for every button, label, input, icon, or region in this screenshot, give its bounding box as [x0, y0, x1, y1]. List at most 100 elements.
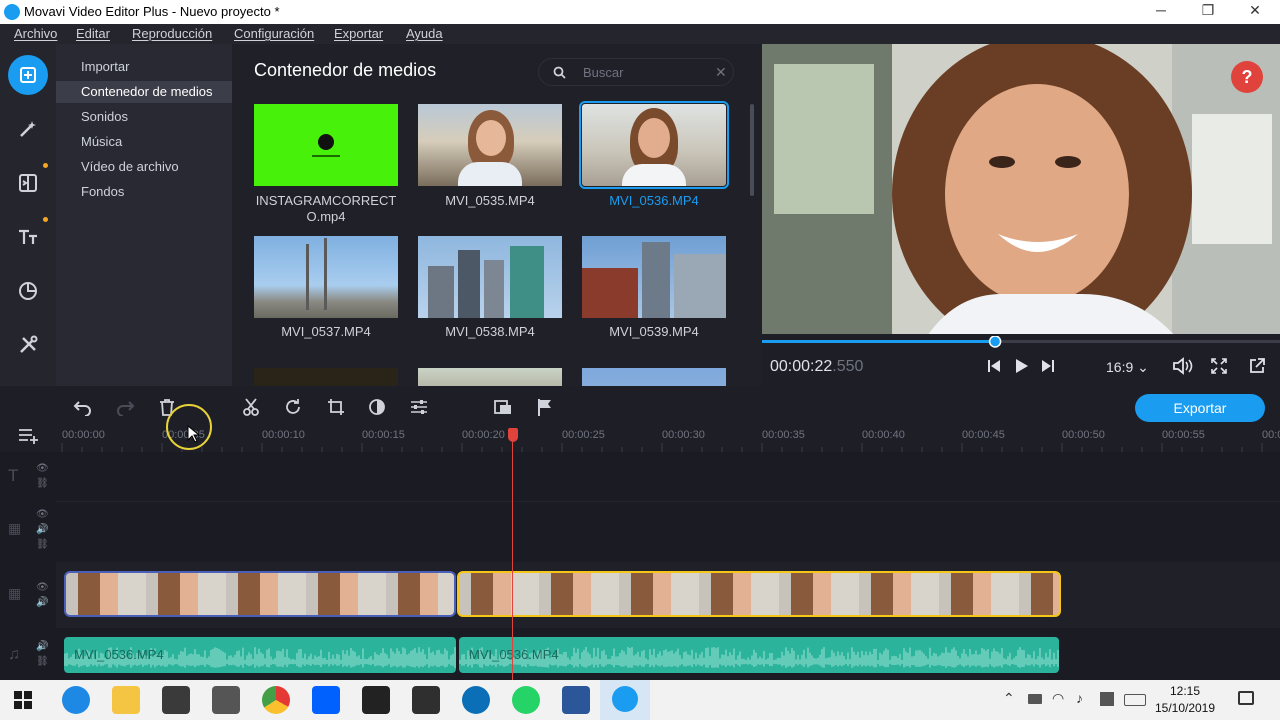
- next-frame-icon[interactable]: [1040, 358, 1056, 374]
- media-thumb-partial[interactable]: [254, 368, 398, 386]
- link-icon[interactable]: ⛓: [36, 478, 49, 489]
- rail-tools-button[interactable]: [8, 325, 48, 365]
- file-explorer-icon[interactable]: [112, 686, 140, 714]
- speaker-icon[interactable]: 🔊: [36, 641, 48, 652]
- media-thumb-mvi-0539[interactable]: [582, 236, 726, 318]
- split-button[interactable]: [240, 396, 262, 418]
- media-thumb-instagramcorrecto[interactable]: [254, 104, 398, 186]
- person-shirt: [458, 162, 522, 186]
- media-thumb-mvi-0535[interactable]: [418, 104, 562, 186]
- search-placeholder: Buscar: [583, 65, 624, 80]
- speaker-icon[interactable]: 🔊: [36, 597, 48, 608]
- eye-icon[interactable]: 👁: [36, 582, 49, 593]
- volume-tray-icon[interactable]: ♪: [1076, 690, 1083, 706]
- menu-editar[interactable]: Editar: [76, 26, 110, 41]
- store-icon[interactable]: [162, 686, 190, 714]
- eye-icon[interactable]: 👁: [36, 509, 49, 520]
- category-sonidos[interactable]: Sonidos: [56, 106, 232, 128]
- rail-titles-button[interactable]: [8, 217, 48, 257]
- ruler-ticks: [61, 443, 1263, 452]
- chrome-icon[interactable]: [262, 686, 290, 714]
- rail-stickers-button[interactable]: [8, 271, 48, 311]
- media-thumb-mvi-0538[interactable]: [418, 236, 562, 318]
- category-musica[interactable]: Música: [56, 131, 232, 153]
- aspect-ratio-select[interactable]: 16:9 ⌄: [1106, 359, 1149, 376]
- clip-properties-button[interactable]: [408, 396, 430, 418]
- microphone-app-icon[interactable]: [212, 686, 240, 714]
- battery-icon[interactable]: [1028, 694, 1042, 704]
- add-track-icon[interactable]: [18, 427, 40, 445]
- media-thumb-partial[interactable]: [418, 368, 562, 386]
- previous-frame-icon[interactable]: [986, 358, 1002, 374]
- unlink-icon[interactable]: ⛓: [36, 656, 49, 667]
- wifi-icon[interactable]: ◠: [1052, 690, 1064, 707]
- category-video-de-archivo[interactable]: Vídeo de archivo: [56, 156, 232, 178]
- windows-start-icon[interactable]: [14, 691, 32, 709]
- media-thumb-mvi-0537[interactable]: [254, 236, 398, 318]
- redo-button[interactable]: [114, 396, 136, 418]
- building-shape: [428, 266, 454, 318]
- fullscreen-icon[interactable]: [1210, 357, 1228, 375]
- video-preview[interactable]: ?: [762, 44, 1280, 334]
- close-button[interactable]: ✕: [1232, 2, 1278, 22]
- restore-button[interactable]: ❐: [1185, 2, 1231, 22]
- notifications-icon[interactable]: [1238, 691, 1254, 705]
- menu-configuracion[interactable]: Configuración: [234, 26, 314, 41]
- undo-button[interactable]: [72, 396, 94, 418]
- media-thumb-mvi-0536[interactable]: [579, 101, 729, 189]
- minimize-button[interactable]: ─: [1138, 2, 1184, 22]
- rotate-button[interactable]: [282, 396, 304, 418]
- building-shape: [510, 246, 544, 318]
- eye-icon[interactable]: 👁: [36, 463, 49, 474]
- menu-ayuda[interactable]: Ayuda: [406, 26, 443, 41]
- edge-browser-icon[interactable]: [62, 686, 90, 714]
- audio-clip[interactable]: MVI_0536.MP4: [64, 637, 456, 673]
- app-icon[interactable]: [412, 686, 440, 714]
- camera-icon[interactable]: [362, 686, 390, 714]
- movavi-taskbar-icon: [612, 686, 638, 712]
- crop-button[interactable]: [325, 396, 347, 418]
- playhead-handle[interactable]: [508, 428, 518, 442]
- chevron-up-icon[interactable]: ⌃: [1003, 690, 1015, 707]
- rail-import-button[interactable]: [8, 55, 48, 95]
- system-clock[interactable]: 12:15 15/10/2019: [1150, 683, 1220, 717]
- help-button[interactable]: ?: [1231, 61, 1263, 93]
- menu-exportar[interactable]: Exportar: [334, 26, 383, 41]
- unlink-icon[interactable]: ⛓: [36, 539, 49, 550]
- speaker-icon[interactable]: 🔊: [36, 524, 48, 535]
- menu-archivo[interactable]: Archivo: [14, 26, 57, 41]
- progress-knob[interactable]: [988, 336, 1002, 348]
- menu-reproduccion[interactable]: Reproducción: [132, 26, 212, 41]
- text-track[interactable]: [56, 452, 1280, 502]
- category-contenedor-de-medios[interactable]: Contenedor de medios: [56, 81, 232, 103]
- video-clip[interactable]: [64, 571, 456, 617]
- app-circle-icon[interactable]: [462, 686, 490, 714]
- media-scrollbar[interactable]: [750, 104, 754, 196]
- timeline-ruler[interactable]: 00:00:00 00:00:05 00:00:10 00:00:15 00:0…: [56, 426, 1280, 452]
- marker-button[interactable]: [534, 396, 556, 418]
- keyboard-icon[interactable]: [1124, 694, 1146, 706]
- rail-filters-button[interactable]: [8, 109, 48, 149]
- color-adjust-button[interactable]: [366, 396, 388, 418]
- category-fondos[interactable]: Fondos: [56, 181, 232, 203]
- category-importar[interactable]: Importar: [56, 56, 232, 78]
- video-clip-selected[interactable]: [457, 571, 1061, 617]
- overlay-track[interactable]: [56, 502, 1280, 560]
- rail-transitions-button[interactable]: [8, 163, 48, 203]
- export-button[interactable]: Exportar: [1135, 394, 1265, 422]
- dropbox-tray-icon[interactable]: [1100, 692, 1114, 706]
- play-icon[interactable]: [1012, 357, 1030, 375]
- whatsapp-icon[interactable]: [512, 686, 540, 714]
- search-input[interactable]: Buscar ✕: [538, 58, 734, 86]
- dropbox-icon[interactable]: [312, 686, 340, 714]
- taskbar-active-app[interactable]: [600, 680, 650, 720]
- preview-progress-bar[interactable]: [762, 336, 1280, 348]
- volume-icon[interactable]: [1172, 357, 1194, 375]
- word-icon[interactable]: [562, 686, 590, 714]
- clear-search-icon[interactable]: ✕: [715, 64, 727, 81]
- media-label: MVI_0538.MP4: [445, 324, 535, 339]
- detach-preview-icon[interactable]: [1248, 357, 1266, 375]
- audio-clip[interactable]: MVI_0536.MP4: [459, 637, 1059, 673]
- overlay-button[interactable]: [492, 396, 514, 418]
- media-thumb-partial[interactable]: [582, 368, 726, 386]
